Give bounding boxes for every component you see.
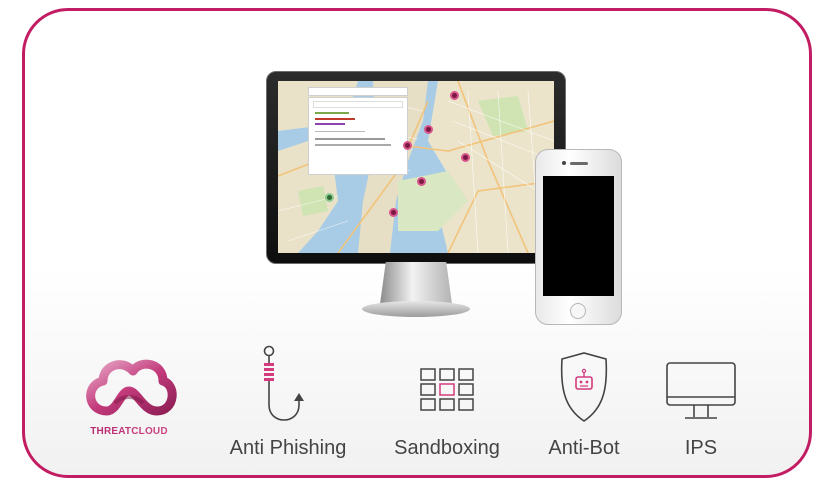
feature-label-ips: IPS: [684, 437, 718, 459]
monitor-base: [362, 301, 470, 317]
threatcloud-wordmark: THREATCLOUD: [74, 426, 184, 437]
monitor-bezel: [266, 71, 566, 264]
phone-home-button: [570, 303, 586, 319]
cloud-logo-icon: [86, 359, 177, 416]
map-search-box[interactable]: [308, 87, 408, 96]
fishing-hook-icon: [263, 345, 304, 421]
monitor-stand: [380, 262, 452, 304]
feature-label-sandboxing: Sandboxing: [394, 437, 500, 459]
map-pin[interactable]: [389, 208, 398, 217]
map-screen: [278, 81, 554, 253]
map-pin[interactable]: [450, 91, 459, 100]
feature-label-anti-phishing: Anti Phishing: [229, 437, 347, 459]
shield-bot-icon: [560, 352, 608, 422]
grid-icon: [420, 368, 474, 411]
phone-screen: [543, 176, 614, 296]
map-pin[interactable]: [424, 125, 433, 134]
phone-camera: [562, 161, 566, 165]
map-pin[interactable]: [417, 177, 426, 186]
map-pin[interactable]: [325, 193, 334, 202]
feature-label-anti-bot: Anti-Bot: [548, 437, 620, 459]
threatcloud-logo: [79, 351, 179, 421]
phone-speaker: [570, 162, 588, 165]
rounded-frame: THREATCLOUD Anti Phishing Sandboxing Ant…: [22, 8, 812, 478]
smartphone: [535, 149, 622, 325]
map-filter-panel: [308, 97, 408, 175]
map-pin[interactable]: [403, 141, 412, 150]
desktop-monitor: [266, 71, 566, 326]
monitor-icon: [666, 362, 736, 419]
map-pin[interactable]: [461, 153, 470, 162]
